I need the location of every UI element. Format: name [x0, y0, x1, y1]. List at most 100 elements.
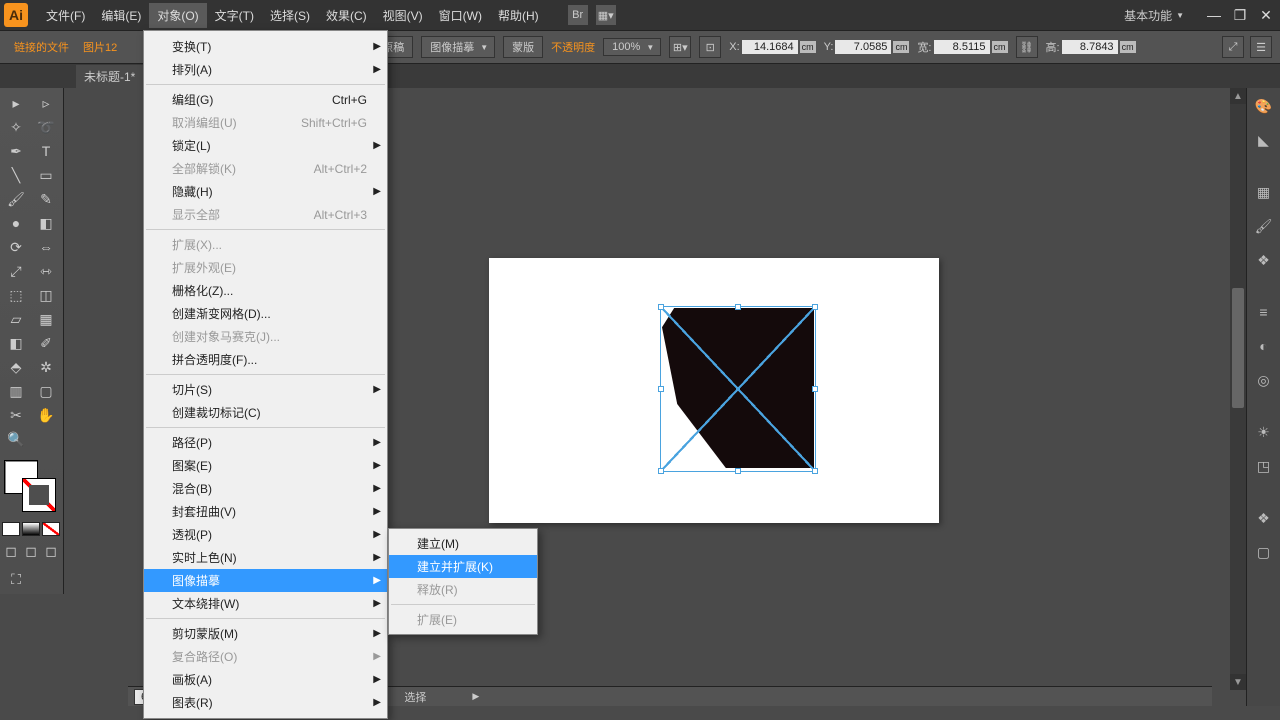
menu-item[interactable]: 创建裁切标记(C): [144, 401, 387, 424]
workspace-switcher[interactable]: 基本功能▼: [1116, 5, 1192, 26]
draw-inside-icon[interactable]: ◻: [42, 542, 60, 560]
artboards-panel-icon[interactable]: ▢: [1252, 540, 1276, 564]
fill-stroke-swatch[interactable]: [2, 458, 61, 518]
menu-item[interactable]: 文本绕排(W)▶: [144, 592, 387, 615]
menu-item[interactable]: 实时上色(N)▶: [144, 546, 387, 569]
submenu-item[interactable]: 建立(M): [389, 532, 537, 555]
brushes-panel-icon[interactable]: 🖌: [1252, 214, 1276, 238]
draw-behind-icon[interactable]: ◻: [22, 542, 40, 560]
direct-selection-tool[interactable]: ▹: [32, 92, 60, 114]
menu-item[interactable]: 图表(R)▶: [144, 691, 387, 714]
menu-item[interactable]: 编组(G)Ctrl+G: [144, 88, 387, 111]
scale-tool[interactable]: ⤢: [2, 260, 30, 282]
scroll-up-icon[interactable]: ▲: [1230, 88, 1246, 104]
h-field[interactable]: 高:8.7843cm: [1046, 39, 1136, 55]
mesh-tool[interactable]: ▦: [32, 308, 60, 330]
eraser-tool[interactable]: ◧: [32, 212, 60, 234]
minimize-icon[interactable]: —: [1204, 7, 1224, 23]
menu-item[interactable]: 排列(A)▶: [144, 58, 387, 81]
menu-item[interactable]: 栅格化(Z)...: [144, 279, 387, 302]
menu-file[interactable]: 文件(F): [38, 3, 93, 28]
perspective-tool[interactable]: ▱: [2, 308, 30, 330]
transparency-panel-icon[interactable]: ◎: [1252, 368, 1276, 392]
gradient-tool[interactable]: ◧: [2, 332, 30, 354]
transform-icon[interactable]: ⊡: [699, 36, 721, 58]
menu-item[interactable]: 隐藏(H)▶: [144, 180, 387, 203]
scrollbar-vertical[interactable]: ▲ ▼: [1230, 88, 1246, 690]
menu-item[interactable]: 画板(A)▶: [144, 668, 387, 691]
artboard-tool[interactable]: ▢: [32, 380, 60, 402]
bridge-icon[interactable]: Br: [567, 4, 589, 26]
menu-item[interactable]: 锁定(L)▶: [144, 134, 387, 157]
magic-wand-tool[interactable]: ✧: [2, 116, 30, 138]
menu-item[interactable]: 变换(T)▶: [144, 35, 387, 58]
selection-bounding-box[interactable]: [660, 306, 816, 472]
status-menu-icon[interactable]: ▶: [472, 691, 479, 702]
column-graph-tool[interactable]: ▥: [2, 380, 30, 402]
menu-edit[interactable]: 编辑(E): [93, 3, 149, 28]
maximize-icon[interactable]: ❐: [1230, 7, 1250, 23]
prefs-icon[interactable]: ☰: [1250, 36, 1272, 58]
menu-view[interactable]: 视图(V): [375, 3, 431, 28]
screen-mode-icon[interactable]: ⛶: [2, 568, 30, 590]
align-icon[interactable]: ⊞▾: [669, 36, 691, 58]
slice-tool[interactable]: ✂: [2, 404, 30, 426]
menu-item[interactable]: 透视(P)▶: [144, 523, 387, 546]
arrange-docs-icon[interactable]: ▦▾: [595, 4, 617, 26]
swatches-panel-icon[interactable]: ▦: [1252, 180, 1276, 204]
blob-brush-tool[interactable]: ●: [2, 212, 30, 234]
menu-item[interactable]: 创建渐变网格(D)...: [144, 302, 387, 325]
menu-item[interactable]: 混合(B)▶: [144, 477, 387, 500]
free-transform-tool[interactable]: ⬚: [2, 284, 30, 306]
x-field[interactable]: X:14.1684cm: [729, 40, 815, 54]
menu-object[interactable]: 对象(O): [149, 3, 206, 28]
line-tool[interactable]: ╲: [2, 164, 30, 186]
paintbrush-tool[interactable]: 🖌: [2, 188, 30, 210]
color-guide-icon[interactable]: ◣: [1252, 128, 1276, 152]
scroll-down-icon[interactable]: ▼: [1230, 674, 1246, 690]
opacity-field[interactable]: 100%▼: [603, 38, 661, 56]
eyedropper-tool[interactable]: ✐: [32, 332, 60, 354]
fit-icon[interactable]: ⤢: [1222, 36, 1244, 58]
menu-help[interactable]: 帮助(H): [490, 3, 547, 28]
menu-effect[interactable]: 效果(C): [318, 3, 375, 28]
menu-window[interactable]: 窗口(W): [431, 3, 490, 28]
link-wh-icon[interactable]: ⛓: [1016, 36, 1038, 58]
linked-file-label[interactable]: 链接的文件: [8, 35, 75, 59]
gradient-panel-icon[interactable]: ◐: [1252, 334, 1276, 358]
menu-type[interactable]: 文字(T): [207, 3, 262, 28]
menu-item[interactable]: 切片(S)▶: [144, 378, 387, 401]
stroke-panel-icon[interactable]: ≡: [1252, 300, 1276, 324]
gradient-mode-icon[interactable]: [22, 522, 40, 536]
menu-item[interactable]: 拼合透明度(F)...: [144, 348, 387, 371]
document-tab[interactable]: 未标题-1*: [76, 65, 144, 88]
menu-item[interactable]: 剪切蒙版(M)▶: [144, 622, 387, 645]
lasso-tool[interactable]: ➰: [32, 116, 60, 138]
layers-panel-icon[interactable]: ❖: [1252, 506, 1276, 530]
zoom-tool[interactable]: 🔍: [2, 428, 30, 450]
rotate-tool[interactable]: ⟳: [2, 236, 30, 258]
reflect-tool[interactable]: ⇔: [32, 236, 60, 258]
menu-select[interactable]: 选择(S): [262, 3, 318, 28]
image-trace-dropdown[interactable]: 图像描摹▼: [421, 36, 495, 58]
y-field[interactable]: Y:7.0585cm: [824, 40, 910, 54]
w-field[interactable]: 宽:8.5115cm: [917, 39, 1007, 55]
color-panel-icon[interactable]: 🎨: [1252, 94, 1276, 118]
rectangle-tool[interactable]: ▭: [32, 164, 60, 186]
none-mode-icon[interactable]: [42, 522, 60, 536]
symbols-panel-icon[interactable]: ❖: [1252, 248, 1276, 272]
stroke-swatch[interactable]: [22, 478, 56, 512]
menu-item[interactable]: 图案(E)▶: [144, 454, 387, 477]
pen-tool[interactable]: ✒: [2, 140, 30, 162]
normal-draw-icon[interactable]: ◻: [2, 542, 20, 560]
type-tool[interactable]: T: [32, 140, 60, 162]
symbol-sprayer-tool[interactable]: ✲: [32, 356, 60, 378]
scroll-thumb[interactable]: [1232, 288, 1244, 408]
color-mode-icon[interactable]: [2, 522, 20, 536]
submenu-item[interactable]: 建立并扩展(K): [389, 555, 537, 578]
menu-item[interactable]: 路径(P)▶: [144, 431, 387, 454]
filename-label[interactable]: 图片12: [83, 39, 117, 55]
graphic-styles-icon[interactable]: ◳: [1252, 454, 1276, 478]
appearance-panel-icon[interactable]: ☀: [1252, 420, 1276, 444]
shape-builder-tool[interactable]: ◫: [32, 284, 60, 306]
